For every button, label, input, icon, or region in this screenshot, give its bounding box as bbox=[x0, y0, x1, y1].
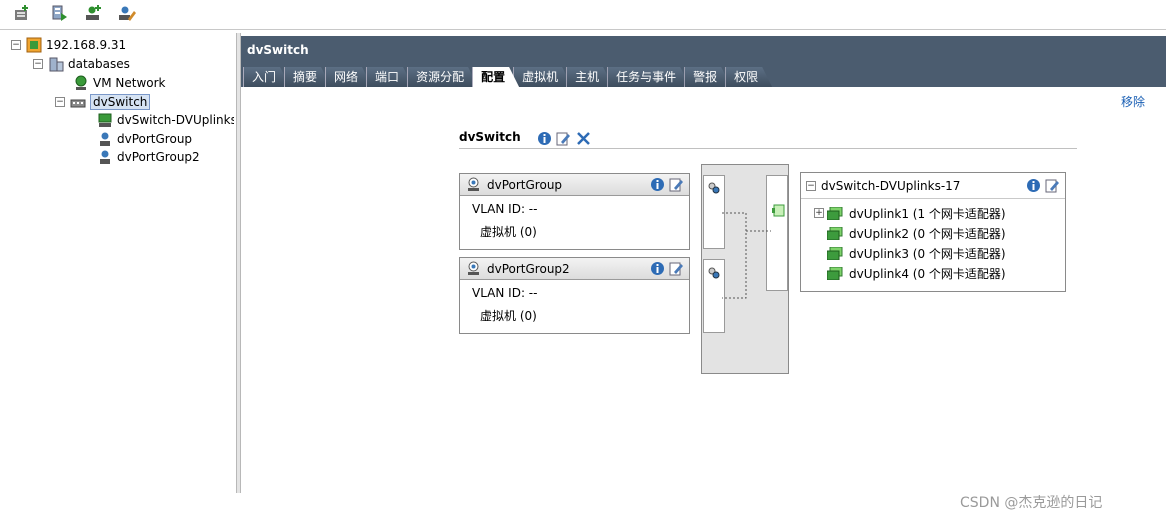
tree-node-uplinks[interactable]: dvSwitch-DVUplinks bbox=[97, 111, 234, 129]
expand-toggle[interactable]: + bbox=[814, 208, 824, 218]
tab-ports[interactable]: 端口 bbox=[366, 67, 413, 87]
nic-icon bbox=[826, 206, 843, 220]
port-icon bbox=[706, 265, 721, 280]
info-icon[interactable] bbox=[650, 261, 665, 276]
switch-icon bbox=[70, 94, 86, 110]
remove-link[interactable]: 移除 bbox=[1121, 93, 1145, 110]
tree-node-portgroup2[interactable]: dvPortGroup2 bbox=[97, 148, 200, 166]
collapse-toggle[interactable]: − bbox=[11, 40, 21, 50]
tab-configuration[interactable]: 配置 bbox=[472, 67, 519, 87]
vcenter-icon bbox=[26, 37, 42, 53]
tree-node-portgroup1[interactable]: dvPortGroup bbox=[97, 130, 192, 148]
tree-label-vcenter: 192.168.9.31 bbox=[46, 38, 127, 52]
object-title: dvSwitch bbox=[247, 43, 309, 57]
info-icon[interactable] bbox=[537, 131, 552, 146]
uplink-group-header: − dvSwitch-DVUplinks-17 bbox=[801, 173, 1065, 199]
tab-getting-started[interactable]: 入门 bbox=[243, 67, 290, 87]
nic-icon bbox=[826, 246, 843, 260]
portgroup-card: dvPortGroup2 VLAN ID: -- 虚拟机 (0) bbox=[459, 257, 690, 334]
toolbar bbox=[0, 0, 1166, 30]
tab-resource-allocation[interactable]: 资源分配 bbox=[407, 67, 478, 87]
new-datacenter-icon[interactable] bbox=[48, 3, 70, 23]
portgroup-name: dvPortGroup bbox=[487, 178, 563, 192]
tab-hosts[interactable]: 主机 bbox=[566, 67, 613, 87]
edit-icon[interactable] bbox=[669, 261, 684, 276]
nic-icon bbox=[826, 266, 843, 280]
uplink-item[interactable]: dvUplink2 (0 个网卡适配器) bbox=[826, 224, 1006, 242]
collapse-toggle[interactable]: − bbox=[55, 97, 65, 107]
portgroup-icon bbox=[466, 261, 481, 276]
vm-count[interactable]: 虚拟机 (0) bbox=[472, 223, 677, 240]
tab-network[interactable]: 网络 bbox=[325, 67, 372, 87]
tab-alarms[interactable]: 警报 bbox=[684, 67, 731, 87]
port-icon bbox=[706, 180, 721, 195]
nic-icon bbox=[826, 226, 843, 240]
connection-lines bbox=[722, 212, 771, 299]
pane-splitter[interactable] bbox=[236, 33, 241, 493]
edit-icon[interactable] bbox=[669, 177, 684, 192]
edit-icon[interactable] bbox=[556, 131, 571, 146]
tree-node-datacenter[interactable]: − databases bbox=[33, 55, 130, 73]
uplink-group-card: − dvSwitch-DVUplinks-17 + dvUplink1 (1 个… bbox=[800, 172, 1066, 292]
tab-permissions[interactable]: 权限 bbox=[725, 67, 772, 87]
tab-bar: 入门 摘要 网络 端口 资源分配 配置 虚拟机 主机 任务与事件 警报 权限 bbox=[243, 67, 766, 87]
tab-virtual-machines[interactable]: 虚拟机 bbox=[513, 67, 572, 87]
tab-summary[interactable]: 摘要 bbox=[284, 67, 331, 87]
inventory-tree: − 192.168.9.31 − databases VM Network − … bbox=[0, 33, 234, 493]
delete-icon[interactable] bbox=[576, 131, 591, 146]
edit-icon[interactable] bbox=[1045, 178, 1060, 193]
uplink-group-name: dvSwitch-DVUplinks-17 bbox=[821, 179, 961, 193]
permissions-icon[interactable] bbox=[116, 3, 138, 23]
vlan-id: VLAN ID: -- bbox=[472, 286, 538, 300]
uplink-group-icon bbox=[97, 112, 113, 128]
vm-count[interactable]: 虚拟机 (0) bbox=[472, 307, 677, 324]
tree-label-portgroup1: dvPortGroup bbox=[117, 132, 193, 146]
uplink-label: dvUplink2 (0 个网卡适配器) bbox=[849, 226, 1006, 241]
datacenter-icon bbox=[48, 56, 64, 72]
title-divider bbox=[459, 148, 1077, 149]
portgroup-icon bbox=[97, 149, 113, 165]
tree-label-vm-network: VM Network bbox=[93, 76, 166, 90]
portgroup-icon bbox=[97, 131, 113, 147]
portgroup-name: dvPortGroup2 bbox=[487, 262, 570, 276]
tree-label-datacenter: databases bbox=[68, 57, 130, 71]
portgroup-icon bbox=[466, 177, 481, 192]
tree-node-vcenter[interactable]: − 192.168.9.31 bbox=[11, 36, 126, 54]
uplink-item[interactable]: dvUplink4 (0 个网卡适配器) bbox=[826, 264, 1006, 282]
tab-tasks-events[interactable]: 任务与事件 bbox=[607, 67, 690, 87]
tree-node-vm-network[interactable]: VM Network bbox=[73, 74, 165, 92]
info-icon[interactable] bbox=[1026, 178, 1041, 193]
tree-label-uplinks: dvSwitch-DVUplinks bbox=[117, 113, 234, 127]
uplink-label: dvUplink1 (1 个网卡适配器) bbox=[849, 206, 1006, 221]
collapse-toggle[interactable]: − bbox=[806, 181, 816, 191]
portgroup-header: dvPortGroup bbox=[460, 174, 689, 196]
uplink-label: dvUplink3 (0 个网卡适配器) bbox=[849, 246, 1006, 261]
uplink-item[interactable]: dvUplink3 (0 个网卡适配器) bbox=[826, 244, 1006, 262]
uplink-item[interactable]: dvUplink1 (1 个网卡适配器) bbox=[826, 204, 1006, 222]
tree-label-portgroup2: dvPortGroup2 bbox=[117, 150, 200, 164]
object-header: dvSwitch 入门 摘要 网络 端口 资源分配 配置 虚拟机 主机 任务与事… bbox=[241, 36, 1166, 87]
collapse-toggle[interactable]: − bbox=[33, 59, 43, 69]
add-user-icon[interactable] bbox=[82, 3, 104, 23]
portgroup-header: dvPortGroup2 bbox=[460, 258, 689, 280]
tree-node-dvswitch[interactable]: − dvSwitch bbox=[55, 93, 151, 111]
watermark: CSDN @杰克逊的日记 bbox=[960, 495, 1103, 511]
add-host-icon[interactable] bbox=[11, 3, 33, 23]
tree-label-dvswitch: dvSwitch bbox=[90, 94, 151, 110]
info-icon[interactable] bbox=[650, 177, 665, 192]
portgroup-card: dvPortGroup VLAN ID: -- 虚拟机 (0) bbox=[459, 173, 690, 250]
switch-title: dvSwitch bbox=[459, 130, 521, 144]
vlan-id: VLAN ID: -- bbox=[472, 202, 538, 216]
network-icon bbox=[73, 75, 89, 91]
uplink-label: dvUplink4 (0 个网卡适配器) bbox=[849, 266, 1006, 281]
